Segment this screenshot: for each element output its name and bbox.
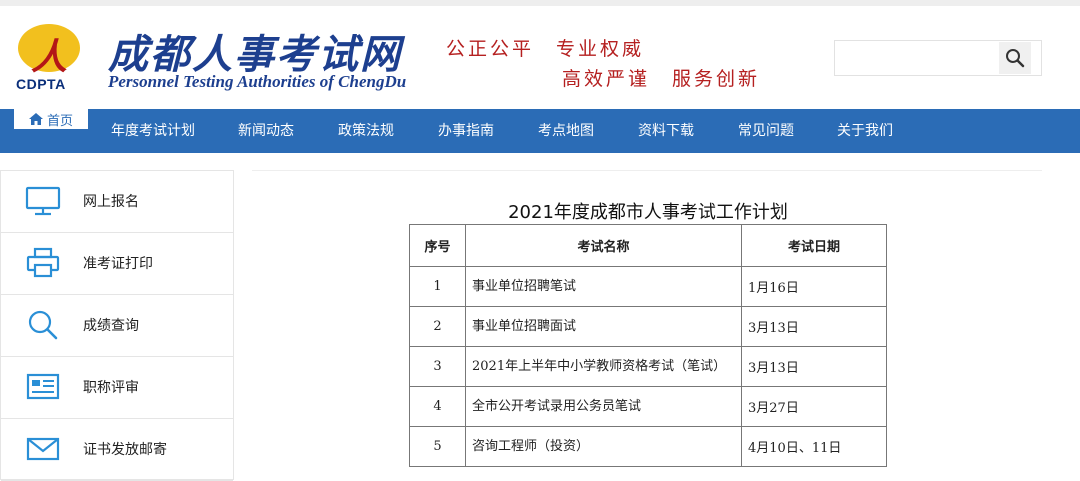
header-exam-name: 考试名称 <box>465 224 742 267</box>
logo-letter: 人 <box>30 36 67 78</box>
cell-number: 3 <box>409 346 466 387</box>
exam-plan-table: 序号 考试名称 考试日期 1 事业单位招聘笔试 1月16日 2 事业单位招聘面试… <box>409 224 887 467</box>
cell-exam-name: 事业单位招聘笔试 <box>465 266 742 307</box>
nav-home[interactable]: 首页 <box>14 109 88 129</box>
sidebar-item-online-registration[interactable]: 网上报名 <box>1 171 233 233</box>
table-row: 1 事业单位招聘笔试 1月16日 <box>409 266 887 307</box>
cell-number: 4 <box>409 386 466 427</box>
table-row: 5 咨询工程师（投资） 4月10日、11日 <box>409 426 887 467</box>
slogan-line-1: 公正公平 专业权威 <box>446 38 645 60</box>
sidebar-item-admission-ticket[interactable]: 准考证打印 <box>1 233 233 295</box>
cell-exam-name: 2021年上半年中小学教师资格考试（笔试） <box>465 346 742 387</box>
site-header: 人 CDPTA 成都人事考试网 Personnel Testing Author… <box>0 6 1080 109</box>
cell-number: 1 <box>409 266 466 307</box>
header-number: 序号 <box>409 224 466 267</box>
nav-item-faq[interactable]: 常见问题 <box>738 109 794 153</box>
cell-exam-date: 1月16日 <box>741 266 887 307</box>
table-row: 3 2021年上半年中小学教师资格考试（笔试） 3月13日 <box>409 346 887 387</box>
table-row: 2 事业单位招聘面试 3月13日 <box>409 306 887 347</box>
logo-abbreviation: CDPTA <box>16 76 66 92</box>
sidebar-item-label: 准考证打印 <box>83 256 153 272</box>
cell-exam-name: 事业单位招聘面试 <box>465 306 742 347</box>
sidebar-item-label: 职称评审 <box>83 380 139 396</box>
slogan-line-2: 高效严谨 服务创新 <box>562 68 761 90</box>
cell-exam-date: 3月13日 <box>741 346 887 387</box>
cell-number: 5 <box>409 426 466 467</box>
table-header-row: 序号 考试名称 考试日期 <box>409 224 887 267</box>
cell-exam-name: 咨询工程师（投资） <box>465 426 742 467</box>
nav-item-news[interactable]: 新闻动态 <box>238 109 294 153</box>
mail-icon <box>26 437 60 461</box>
nav-item-exam-map[interactable]: 考点地图 <box>538 109 594 153</box>
sidebar-item-title-review[interactable]: 职称评审 <box>1 357 233 419</box>
quick-links-sidebar: 网上报名 准考证打印 成绩查询 职称评审 证书发放邮寄 <box>0 170 234 481</box>
cell-exam-name: 全市公开考试录用公务员笔试 <box>465 386 742 427</box>
id-card-icon <box>26 373 60 400</box>
cell-exam-date: 4月10日、11日 <box>741 426 887 467</box>
header-exam-date: 考试日期 <box>741 224 887 267</box>
site-logo[interactable]: 人 CDPTA <box>12 24 90 96</box>
magnifier-icon <box>1006 49 1025 68</box>
brand-english-name: Personnel Testing Authorities of ChengDu <box>108 72 407 91</box>
search-icon <box>28 310 58 340</box>
sidebar-item-label: 证书发放邮寄 <box>83 442 167 458</box>
sidebar-item-certificate-mailing[interactable]: 证书发放邮寄 <box>1 419 233 481</box>
cell-exam-date: 3月27日 <box>741 386 887 427</box>
nav-item-guide[interactable]: 办事指南 <box>438 109 494 153</box>
nav-item-about[interactable]: 关于我们 <box>837 109 893 153</box>
nav-home-label: 首页 <box>46 113 73 129</box>
page-title: 2021年度成都市人事考试工作计划 <box>508 202 788 223</box>
cell-number: 2 <box>409 306 466 347</box>
sidebar-item-label: 网上报名 <box>83 194 139 210</box>
search-button[interactable] <box>999 42 1031 74</box>
nav-item-downloads[interactable]: 资料下载 <box>638 109 694 153</box>
table-row: 4 全市公开考试录用公务员笔试 3月27日 <box>409 386 887 427</box>
cell-exam-date: 3月13日 <box>741 306 887 347</box>
search-box <box>834 40 1042 76</box>
sidebar-item-label: 成绩查询 <box>83 318 139 334</box>
nav-item-annual-plan[interactable]: 年度考试计划 <box>111 109 195 153</box>
sidebar-item-score-inquiry[interactable]: 成绩查询 <box>1 295 233 357</box>
printer-icon <box>26 247 60 278</box>
home-icon <box>28 113 43 125</box>
search-input[interactable] <box>835 41 997 75</box>
monitor-icon <box>25 186 61 216</box>
main-navigation: 首页 年度考试计划 新闻动态 政策法规 办事指南 考点地图 资料下载 常见问题 … <box>0 109 1080 153</box>
content-divider <box>252 170 1042 171</box>
nav-item-policies[interactable]: 政策法规 <box>338 109 394 153</box>
